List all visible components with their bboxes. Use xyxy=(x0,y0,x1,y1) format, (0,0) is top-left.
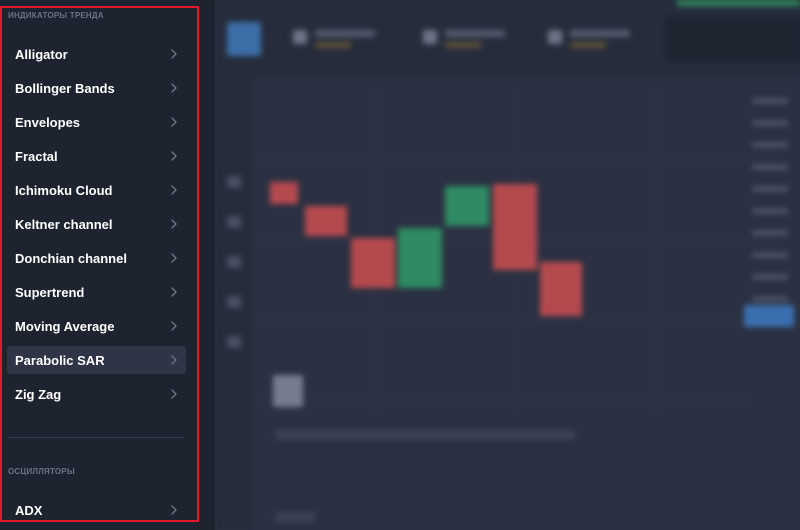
indicator-item-keltner-channel[interactable]: Keltner channel xyxy=(7,210,186,238)
section-title-oscillators: ОСЦИЛЛЯТОРЫ xyxy=(8,467,75,476)
section-divider xyxy=(8,437,185,438)
indicator-item-label: Parabolic SAR xyxy=(15,353,105,368)
chevron-right-icon xyxy=(168,353,180,367)
candle xyxy=(493,184,537,270)
candle xyxy=(270,182,298,204)
indicator-item-label: Donchian channel xyxy=(15,251,127,266)
candle xyxy=(398,228,442,288)
indicator-item-zig-zag[interactable]: Zig Zag xyxy=(7,380,186,408)
chevron-right-icon xyxy=(168,149,180,163)
indicator-item-label: Fractal xyxy=(15,149,58,164)
candle xyxy=(540,262,582,316)
chevron-right-icon xyxy=(168,183,180,197)
indicator-item-parabolic-sar[interactable]: Parabolic SAR xyxy=(7,346,186,374)
chart-tool-button[interactable] xyxy=(273,375,303,407)
indicators-panel: ИНДИКАТОРЫ ТРЕНДА Alligator Bollinger Ban… xyxy=(0,0,215,530)
chevron-right-icon xyxy=(168,81,180,95)
candle xyxy=(305,206,347,236)
indicator-item-moving-average[interactable]: Moving Average xyxy=(7,312,186,340)
chevron-right-icon xyxy=(168,503,180,517)
indicator-item-supertrend[interactable]: Supertrend xyxy=(7,278,186,306)
indicator-item-ichimoku-cloud[interactable]: Ichimoku Cloud xyxy=(7,176,186,204)
chart-toolbar-left xyxy=(215,76,253,530)
indicator-item-label: Ichimoku Cloud xyxy=(15,183,113,198)
chevron-right-icon xyxy=(168,47,180,61)
indicator-item-label: ADX xyxy=(15,503,43,518)
chevron-right-icon xyxy=(168,387,180,401)
section-title-trend: ИНДИКАТОРЫ ТРЕНДА xyxy=(8,11,104,20)
indicator-item-label: Zig Zag xyxy=(15,387,62,402)
current-price-tag xyxy=(744,305,794,327)
chart-toolbar xyxy=(215,0,800,76)
chevron-right-icon xyxy=(168,285,180,299)
indicator-item-label: Bollinger Bands xyxy=(15,81,115,96)
asset-tab[interactable] xyxy=(415,22,525,56)
indicator-item-fractal[interactable]: Fractal xyxy=(7,142,186,170)
chevron-right-icon xyxy=(168,251,180,265)
indicator-item-donchian-channel[interactable]: Donchian channel xyxy=(7,244,186,272)
toolbar-button[interactable] xyxy=(227,22,261,56)
indicator-item-label: Keltner channel xyxy=(15,217,113,232)
candle xyxy=(445,186,489,226)
asset-tab[interactable] xyxy=(285,22,395,56)
candle xyxy=(351,238,395,288)
indicator-item-label: Supertrend xyxy=(15,285,85,300)
indicator-item-alligator[interactable]: Alligator xyxy=(7,40,186,68)
asset-tab[interactable] xyxy=(540,22,650,56)
indicator-item-label: Envelopes xyxy=(15,115,81,130)
indicator-item-label: Alligator xyxy=(15,47,68,62)
chevron-right-icon xyxy=(168,115,180,129)
indicator-item-adx[interactable]: ADX xyxy=(7,496,186,524)
asset-tab-active[interactable] xyxy=(665,16,800,62)
indicator-item-bollinger-bands[interactable]: Bollinger Bands xyxy=(7,74,186,102)
chart-backdrop xyxy=(215,0,800,530)
chevron-right-icon xyxy=(168,319,180,333)
indicator-item-envelopes[interactable]: Envelopes xyxy=(7,108,186,136)
indicator-item-label: Moving Average xyxy=(15,319,115,334)
chevron-right-icon xyxy=(168,217,180,231)
